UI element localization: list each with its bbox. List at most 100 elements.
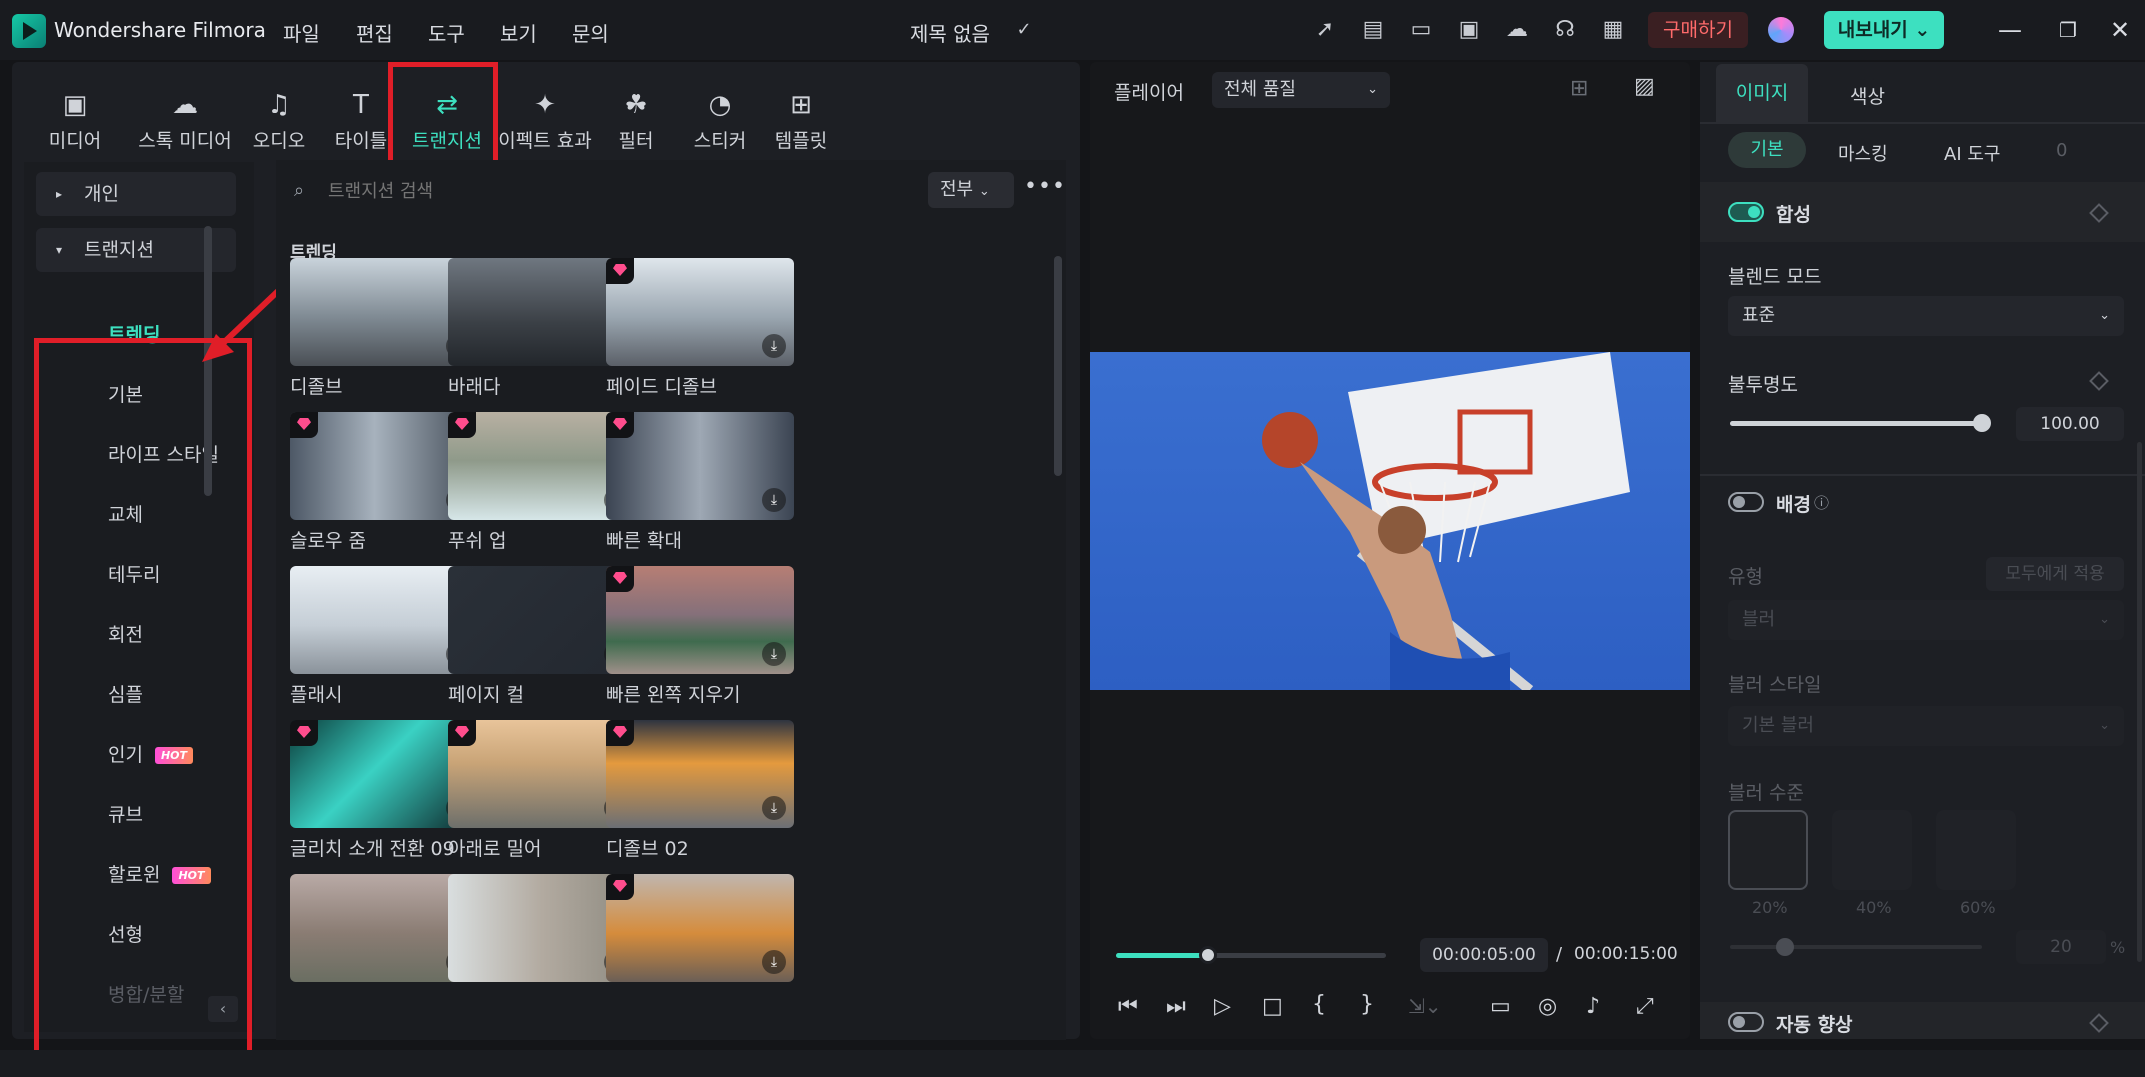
tab-color[interactable]: 색상: [1850, 82, 1885, 109]
opacity-input[interactable]: 100.00: [2016, 407, 2124, 441]
blend-mode-dropdown[interactable]: 표준 ⌄: [1728, 296, 2124, 336]
subtitle-icon[interactable]: ▤: [1357, 14, 1389, 46]
download-icon[interactable]: ⤓: [762, 950, 786, 974]
search-icon: ⌕: [294, 180, 305, 201]
playback-knob[interactable]: [1198, 946, 1217, 964]
subtab-masking[interactable]: 마스킹: [1838, 140, 1888, 166]
grid-view-icon[interactable]: ⊞: [1570, 76, 1588, 101]
transition-card[interactable]: ⤓ 빠른 왼쪽 지우기: [606, 566, 794, 707]
tab-audio[interactable]: ♫ 오디오: [234, 88, 324, 153]
keyframe-diamond-icon[interactable]: [2089, 371, 2109, 391]
tab-media[interactable]: ▣ 미디어: [30, 88, 120, 153]
display-icon[interactable]: ▭: [1490, 994, 1511, 1019]
subtab-basic[interactable]: 기본: [1728, 132, 1806, 168]
more-options-icon[interactable]: •••: [1024, 174, 1066, 199]
help-icon[interactable]: ⓘ: [1814, 492, 1829, 513]
apply-all-button[interactable]: 모두에게 적용: [1986, 557, 2124, 591]
download-icon[interactable]: ⤓: [762, 488, 786, 512]
effects-icon: ✦: [534, 90, 556, 120]
tab-stickers[interactable]: ◔ 스티커: [675, 88, 765, 153]
cloud-upload-icon[interactable]: ☁: [1501, 14, 1533, 46]
subtab-more[interactable]: 0: [2056, 140, 2067, 161]
insert-clip-icon[interactable]: ⇲⌄: [1408, 994, 1442, 1018]
next-frame-icon[interactable]: ⏭: [1166, 994, 1186, 1019]
transition-card[interactable]: ⤓ 디졸브 02: [606, 720, 794, 861]
current-time[interactable]: 00:00:05:00: [1420, 938, 1548, 972]
previous-frame-icon[interactable]: ⏮: [1118, 994, 1138, 1019]
play-icon[interactable]: ▷: [1214, 994, 1231, 1019]
tab-templates[interactable]: ⊞ 템플릿: [756, 88, 846, 153]
filter-dropdown[interactable]: 전부 ⌄: [928, 172, 1014, 208]
export-label: 내보내기: [1837, 19, 1908, 41]
tab-stock-media-label: 스톡 미디어: [138, 130, 232, 152]
transition-card[interactable]: ⤓왼쪽으로 스와: [606, 874, 794, 988]
transition-thumbnail[interactable]: ⤓: [606, 258, 794, 366]
transition-thumbnail[interactable]: ⤓: [606, 412, 794, 520]
send-icon[interactable]: ➚: [1309, 14, 1341, 46]
restore-icon[interactable]: ❐: [2052, 14, 2084, 46]
snapshot-image-icon[interactable]: ▨: [1634, 74, 1655, 99]
grid-scrollbar[interactable]: [1054, 256, 1062, 476]
blur-style-dropdown[interactable]: 기본 블러 ⌄: [1728, 706, 2124, 746]
menu-help[interactable]: 문의: [572, 18, 609, 47]
tab-stock-media[interactable]: ☁ 스톡 미디어: [120, 88, 250, 153]
compositing-toggle[interactable]: [1728, 202, 1764, 222]
minimize-icon[interactable]: —: [1994, 14, 2026, 46]
transition-card[interactable]: ⤓ 페이드 디졸브: [606, 258, 794, 399]
tab-media-label: 미디어: [48, 130, 102, 152]
blur-slider-knob[interactable]: [1776, 938, 1794, 956]
blur-level-label: 블러 수준: [1728, 782, 1804, 804]
camera-icon[interactable]: ◎: [1538, 994, 1557, 1019]
close-icon[interactable]: ✕: [2104, 14, 2136, 46]
tab-effects[interactable]: ✦ 이펙트 효과: [485, 88, 605, 153]
menu-view[interactable]: 보기: [500, 18, 537, 47]
blur-preset-40[interactable]: [1832, 810, 1912, 890]
auto-enhance-toggle[interactable]: [1728, 1012, 1764, 1032]
download-icon[interactable]: ⤓: [762, 796, 786, 820]
support-headset-icon[interactable]: ☊: [1549, 14, 1581, 46]
collapse-sidebar-icon[interactable]: ‹: [208, 996, 238, 1022]
sticker-icon: ◔: [708, 90, 732, 120]
stop-icon[interactable]: □: [1262, 994, 1283, 1019]
transition-thumbnail[interactable]: ⤓: [606, 566, 794, 674]
search-bar: ⌕ 전부 ⌄ •••: [276, 160, 1066, 220]
tab-image[interactable]: 이미지: [1716, 64, 1808, 122]
menu-tools[interactable]: 도구: [428, 18, 465, 47]
mark-out-icon[interactable]: }: [1360, 992, 1374, 1017]
export-button[interactable]: 내보내기 ⌄: [1824, 11, 1944, 49]
transition-card[interactable]: ⤓ 빠른 확대: [606, 412, 794, 553]
volume-icon[interactable]: ♪: [1586, 994, 1600, 1019]
fullscreen-icon[interactable]: ⤢: [1636, 994, 1654, 1019]
search-input[interactable]: [328, 174, 828, 208]
tab-filters[interactable]: ☘ 필터: [591, 88, 681, 153]
download-icon[interactable]: ⤓: [762, 642, 786, 666]
type-dropdown[interactable]: 블러 ⌄: [1728, 600, 2124, 640]
apps-grid-icon[interactable]: ▦: [1597, 14, 1629, 46]
blur-value-input[interactable]: 20: [2016, 930, 2106, 964]
transition-thumbnail[interactable]: ⤓: [606, 874, 794, 982]
layout-icon[interactable]: ▭: [1405, 14, 1437, 46]
player-panel: 플레이어 전체 품질 ⌄ ⊞ ▨ 00:00:05:00 / 00:00:15:0…: [1090, 62, 1690, 1039]
quality-dropdown[interactable]: 전체 품질 ⌄: [1212, 72, 1390, 108]
download-icon[interactable]: ⤓: [762, 334, 786, 358]
avatar[interactable]: [1768, 17, 1794, 43]
background-toggle[interactable]: [1728, 492, 1764, 512]
transition-thumbnail[interactable]: ⤓: [606, 720, 794, 828]
preview-video: [1090, 352, 1690, 690]
opacity-slider-fill: [1730, 421, 1982, 426]
subtab-ai-tools[interactable]: AI 도구: [1944, 140, 2000, 166]
template-icon: ⊞: [790, 90, 812, 120]
menu-file[interactable]: 파일: [283, 18, 320, 47]
blur-preset-60[interactable]: [1936, 810, 2016, 890]
blur-preset-20[interactable]: [1728, 810, 1808, 890]
menu-edit[interactable]: 편집: [356, 18, 393, 47]
timeline-toolbar: [0, 1050, 2145, 1077]
opacity-slider-knob[interactable]: [1973, 414, 1991, 432]
buy-button[interactable]: 구매하기: [1648, 12, 1748, 48]
chevron-down-icon: ⌄: [1367, 82, 1378, 97]
save-icon[interactable]: ▣: [1453, 14, 1485, 46]
tab-titles-label: 타이틀: [334, 130, 388, 152]
mark-in-icon[interactable]: {: [1312, 992, 1326, 1017]
properties-scrollbar[interactable]: [2137, 442, 2142, 962]
blur-slider-track[interactable]: [1730, 945, 1982, 949]
